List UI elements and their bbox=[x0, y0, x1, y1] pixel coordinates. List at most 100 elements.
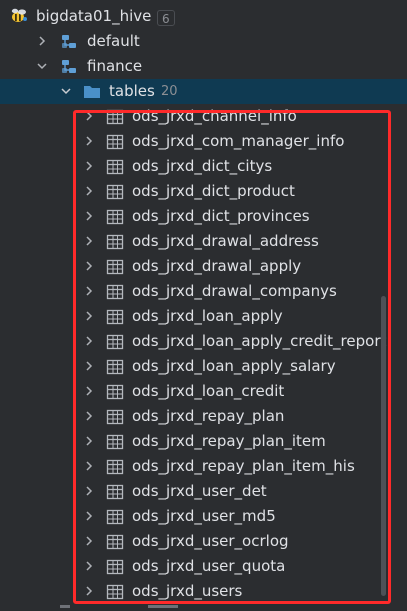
table-name-label: ods_jrxd_users bbox=[132, 582, 243, 600]
connection-count-badge: 6 bbox=[157, 10, 175, 26]
chevron-right-icon[interactable] bbox=[84, 211, 94, 221]
chevron-right-icon[interactable] bbox=[84, 461, 94, 471]
chevron-right-icon[interactable] bbox=[84, 586, 94, 596]
partial-next-row bbox=[0, 603, 407, 611]
table-row[interactable]: ods_jrxd_loan_apply_credit_report bbox=[0, 329, 407, 354]
table-row[interactable]: ods_jrxd_com_manager_info bbox=[0, 129, 407, 154]
table-name-label: ods_jrxd_repay_plan_item_his bbox=[132, 457, 355, 475]
table-row[interactable]: ods_jrxd_drawal_apply bbox=[0, 254, 407, 279]
table-name-label: ods_jrxd_user_ocrlog bbox=[132, 532, 289, 550]
chevron-right-icon[interactable] bbox=[84, 361, 94, 371]
schema-icon bbox=[60, 33, 78, 51]
chevron-right-icon[interactable] bbox=[84, 311, 94, 321]
table-name-label: ods_jrxd_user_md5 bbox=[132, 507, 276, 525]
table-icon bbox=[106, 283, 124, 301]
table-icon bbox=[106, 208, 124, 226]
connection-name: bigdata01_hive bbox=[36, 7, 152, 25]
hive-bee-icon bbox=[9, 6, 29, 26]
table-name-label: ods_jrxd_channel_info bbox=[132, 107, 297, 125]
table-icon bbox=[106, 458, 124, 476]
schema-label-default: default bbox=[87, 32, 140, 50]
table-icon bbox=[106, 133, 124, 151]
table-row[interactable]: ods_jrxd_channel_info bbox=[0, 104, 407, 129]
table-name-label: ods_jrxd_dict_provinces bbox=[132, 207, 310, 225]
table-name-label: ods_jrxd_user_det bbox=[132, 482, 267, 500]
chevron-right-icon[interactable] bbox=[84, 286, 94, 296]
table-icon bbox=[106, 233, 124, 251]
table-row[interactable]: ods_jrxd_user_md5 bbox=[0, 504, 407, 529]
chevron-right-icon[interactable] bbox=[84, 411, 94, 421]
vertical-scrollbar[interactable] bbox=[381, 296, 386, 596]
table-icon bbox=[106, 383, 124, 401]
schema-icon bbox=[60, 58, 78, 76]
folder-icon bbox=[83, 83, 101, 101]
table-name-label: ods_jrxd_dict_product bbox=[132, 182, 295, 200]
table-row[interactable]: ods_jrxd_users bbox=[0, 579, 407, 604]
table-name-label: ods_jrxd_drawal_address bbox=[132, 232, 319, 250]
tree-node-schema-finance[interactable]: finance bbox=[0, 54, 407, 79]
tables-folder-label: tables bbox=[109, 82, 155, 100]
tables-count: 20 bbox=[161, 84, 178, 99]
table-name-label: ods_jrxd_drawal_companys bbox=[132, 282, 337, 300]
chevron-right-icon[interactable] bbox=[84, 336, 94, 346]
table-icon bbox=[106, 533, 124, 551]
table-name-label: ods_jrxd_drawal_apply bbox=[132, 257, 302, 275]
table-icon bbox=[106, 583, 124, 601]
table-name-label: ods_jrxd_repay_plan bbox=[132, 407, 285, 425]
table-icon bbox=[106, 483, 124, 501]
chevron-right-icon[interactable] bbox=[84, 111, 94, 121]
tree-node-tables-folder[interactable]: tables 20 bbox=[0, 79, 407, 104]
table-row[interactable]: ods_jrxd_drawal_address bbox=[0, 229, 407, 254]
table-icon bbox=[106, 108, 124, 126]
table-row[interactable]: ods_jrxd_loan_apply_salary bbox=[0, 354, 407, 379]
chevron-right-icon[interactable] bbox=[84, 536, 94, 546]
table-icon bbox=[106, 433, 124, 451]
chevron-right-icon[interactable] bbox=[84, 161, 94, 171]
table-name-label: ods_jrxd_user_quota bbox=[132, 557, 286, 575]
tree-node-connection[interactable]: bigdata01_hive 6 bbox=[0, 4, 407, 29]
table-name-label: ods_jrxd_dict_citys bbox=[132, 157, 273, 175]
table-icon bbox=[106, 158, 124, 176]
table-row[interactable]: ods_jrxd_dict_provinces bbox=[0, 204, 407, 229]
chevron-right-icon[interactable] bbox=[84, 511, 94, 521]
table-name-label: ods_jrxd_repay_plan_item bbox=[132, 432, 326, 450]
table-icon bbox=[106, 508, 124, 526]
table-icon bbox=[106, 408, 124, 426]
chevron-right-icon[interactable] bbox=[84, 561, 94, 571]
table-row[interactable]: ods_jrxd_repay_plan_item_his bbox=[0, 454, 407, 479]
chevron-down-icon[interactable] bbox=[61, 86, 71, 96]
chevron-right-icon[interactable] bbox=[84, 236, 94, 246]
table-row[interactable]: ods_jrxd_dict_citys bbox=[0, 154, 407, 179]
chevron-right-icon[interactable] bbox=[84, 261, 94, 271]
table-name-label: ods_jrxd_loan_apply_salary bbox=[132, 357, 336, 375]
table-row[interactable]: ods_jrxd_repay_plan_item bbox=[0, 429, 407, 454]
chevron-right-icon[interactable] bbox=[84, 136, 94, 146]
schema-label-finance: finance bbox=[87, 57, 143, 75]
table-name-label: ods_jrxd_loan_apply_credit_report bbox=[132, 332, 387, 350]
table-row[interactable]: ods_jrxd_loan_apply bbox=[0, 304, 407, 329]
table-icon bbox=[106, 558, 124, 576]
table-row[interactable]: ods_jrxd_dict_product bbox=[0, 179, 407, 204]
table-row[interactable]: ods_jrxd_repay_plan bbox=[0, 404, 407, 429]
chevron-right-icon[interactable] bbox=[84, 186, 94, 196]
database-tree: bigdata01_hive 6 default finance tables … bbox=[0, 0, 407, 611]
table-name-label: ods_jrxd_loan_credit bbox=[132, 382, 285, 400]
chevron-down-icon[interactable] bbox=[37, 61, 47, 71]
chevron-right-icon[interactable] bbox=[37, 36, 47, 46]
chevron-right-icon[interactable] bbox=[84, 486, 94, 496]
table-icon bbox=[106, 258, 124, 276]
chevron-right-icon[interactable] bbox=[84, 386, 94, 396]
tree-node-schema-default[interactable]: default bbox=[0, 29, 407, 54]
table-row[interactable]: ods_jrxd_user_quota bbox=[0, 554, 407, 579]
table-name-label: ods_jrxd_com_manager_info bbox=[132, 132, 345, 150]
chevron-right-icon[interactable] bbox=[84, 436, 94, 446]
table-icon bbox=[106, 358, 124, 376]
table-name-label: ods_jrxd_loan_apply bbox=[132, 307, 283, 325]
table-row[interactable]: ods_jrxd_user_ocrlog bbox=[0, 529, 407, 554]
table-row[interactable]: ods_jrxd_loan_credit bbox=[0, 379, 407, 404]
table-icon bbox=[106, 333, 124, 351]
table-icon bbox=[106, 308, 124, 326]
table-row[interactable]: ods_jrxd_user_det bbox=[0, 479, 407, 504]
table-icon bbox=[106, 183, 124, 201]
table-row[interactable]: ods_jrxd_drawal_companys bbox=[0, 279, 407, 304]
